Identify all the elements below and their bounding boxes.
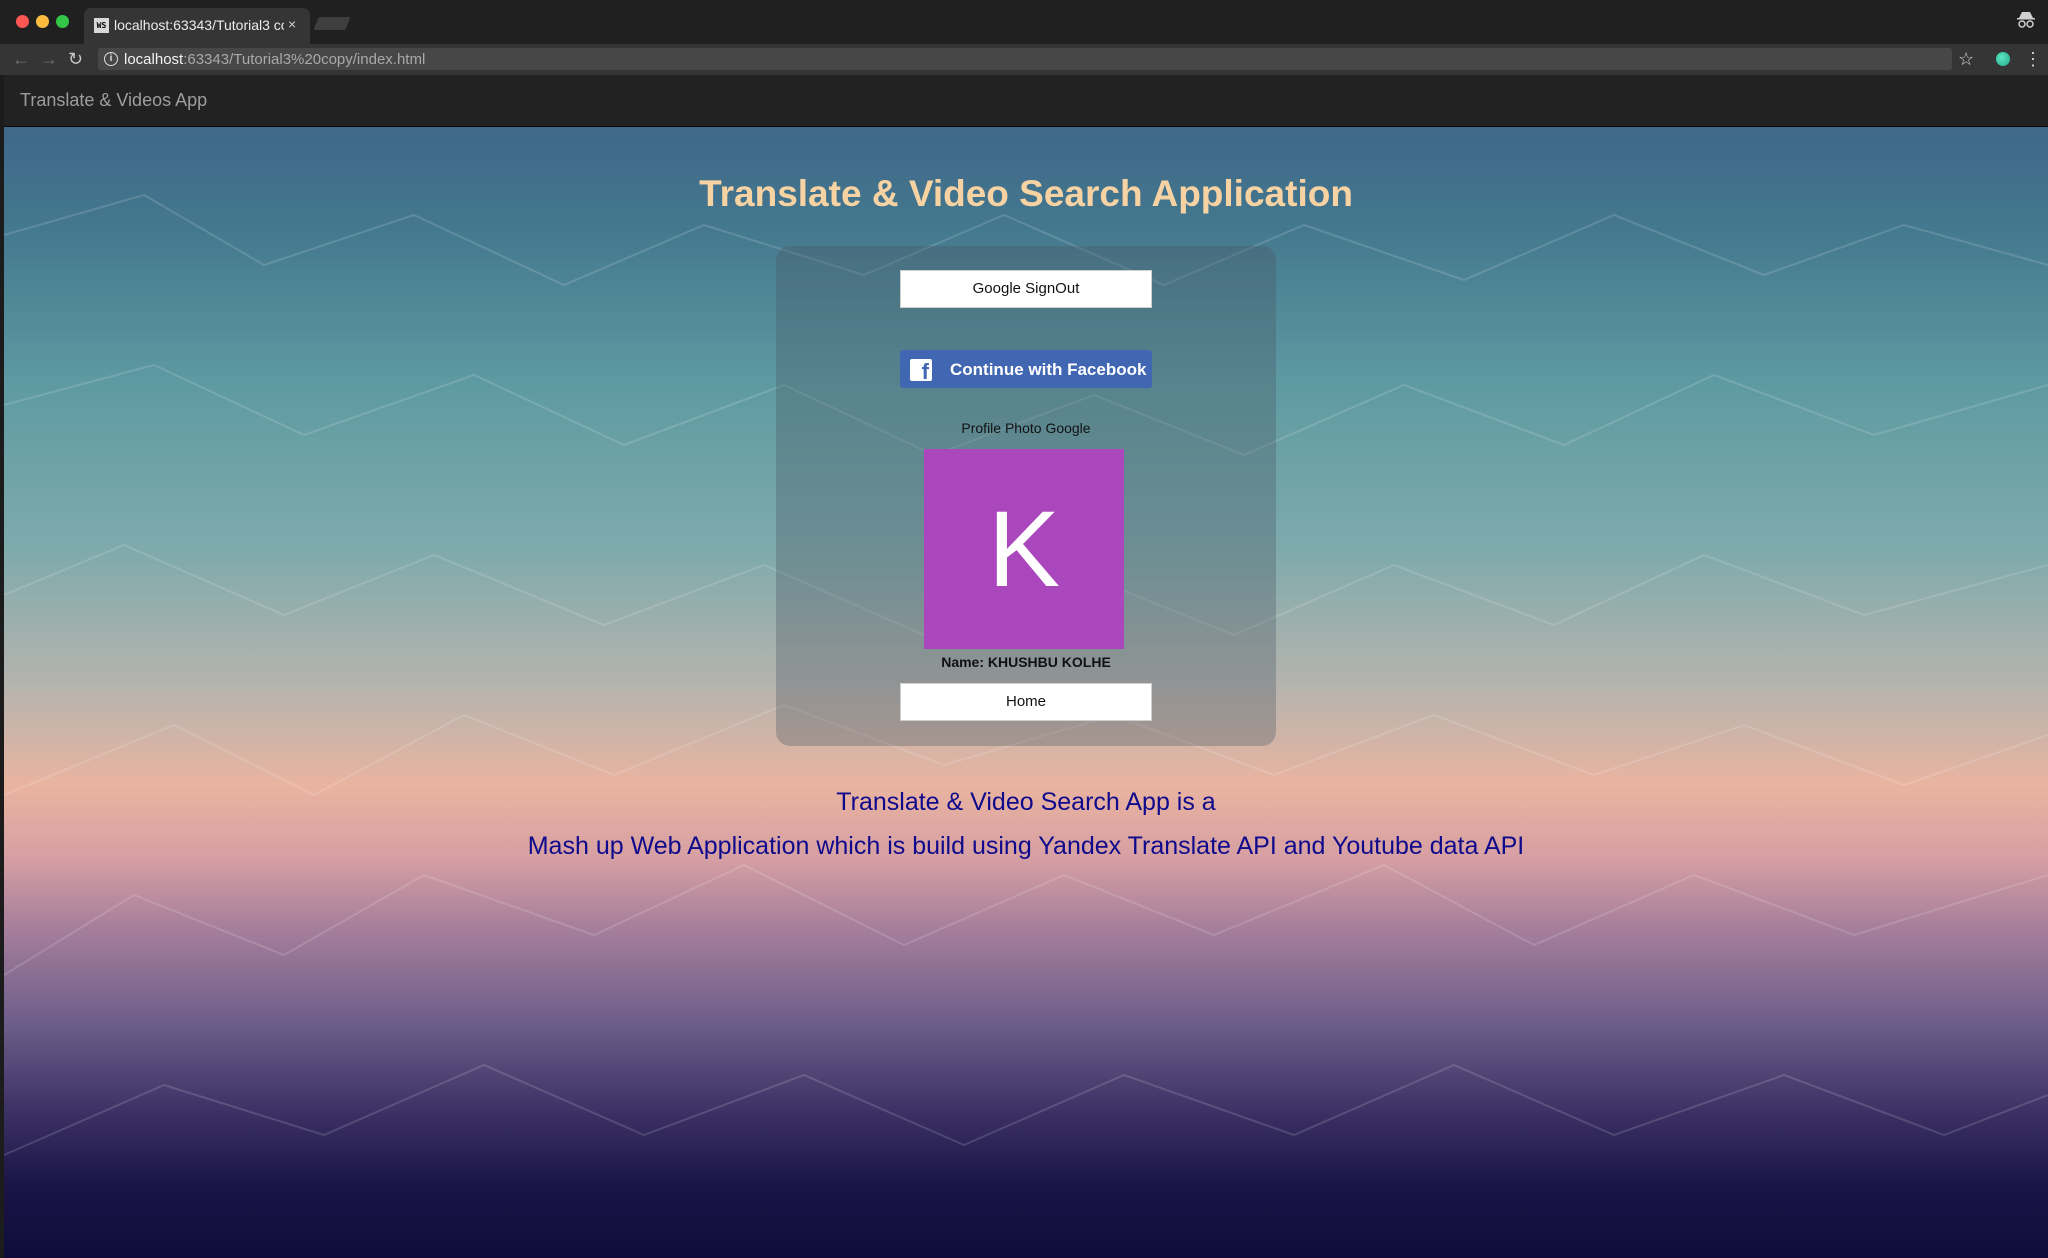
menu-icon[interactable]: ⋮ xyxy=(2024,50,2042,68)
profile-photo-label: Profile Photo Google xyxy=(961,420,1091,436)
app-navbar: Translate & Videos App xyxy=(4,75,2048,127)
url-path: :63343/Tutorial3%20copy/index.html xyxy=(183,51,426,68)
facebook-button-label: Continue with Facebook xyxy=(950,360,1147,379)
facebook-login-button[interactable]: f Continue with Facebook xyxy=(900,350,1152,388)
auth-card: Google SignOut f Continue with Facebook … xyxy=(776,246,1276,746)
google-signout-button[interactable]: Google SignOut xyxy=(900,270,1152,308)
browser-tab[interactable]: WS localhost:63343/Tutorial3 copy/index.… xyxy=(84,8,310,44)
back-icon[interactable]: ← xyxy=(12,49,30,70)
extension-icon[interactable] xyxy=(1996,52,2010,66)
home-button[interactable]: Home xyxy=(900,683,1152,721)
tab-close-icon[interactable]: × xyxy=(288,16,296,32)
navbar-brand[interactable]: Translate & Videos App xyxy=(20,90,207,111)
window-maximize-button[interactable] xyxy=(56,15,69,28)
facebook-icon: f xyxy=(910,359,932,381)
new-tab-button[interactable] xyxy=(313,17,351,30)
reload-icon[interactable]: ↻ xyxy=(68,49,83,70)
browser-tab-bar: WS localhost:63343/Tutorial3 copy/index.… xyxy=(0,0,2048,44)
forward-icon[interactable]: → xyxy=(40,49,58,70)
profile-avatar: K xyxy=(924,449,1124,649)
browser-toolbar: ← → ↻ i localhost:63343/Tutorial3%20copy… xyxy=(0,44,2048,75)
incognito-icon[interactable] xyxy=(2016,11,2036,29)
info-icon[interactable]: i xyxy=(104,52,118,66)
description-line-2: Mash up Web Application which is build u… xyxy=(527,832,1525,860)
page-title: Translate & Video Search Application xyxy=(699,173,1353,214)
url-text[interactable]: localhost:63343/Tutorial3%20copy/index.h… xyxy=(124,51,425,68)
address-bar[interactable]: i localhost:63343/Tutorial3%20copy/index… xyxy=(98,48,1952,70)
webstorm-favicon-icon: WS xyxy=(94,18,109,33)
bookmark-star-icon[interactable]: ☆ xyxy=(1958,49,1974,70)
url-host: localhost xyxy=(124,51,184,68)
description-line-1: Translate & Video Search App is a xyxy=(836,788,1216,816)
window-close-button[interactable] xyxy=(16,15,29,28)
window-minimize-button[interactable] xyxy=(36,15,49,28)
page-viewport: Translate & Videos App Translate & Video… xyxy=(4,75,2048,1258)
tab-title: localhost:63343/Tutorial3 copy/index.htm… xyxy=(114,17,284,33)
user-name: Name: KHUSHBU KOLHE xyxy=(941,654,1111,670)
